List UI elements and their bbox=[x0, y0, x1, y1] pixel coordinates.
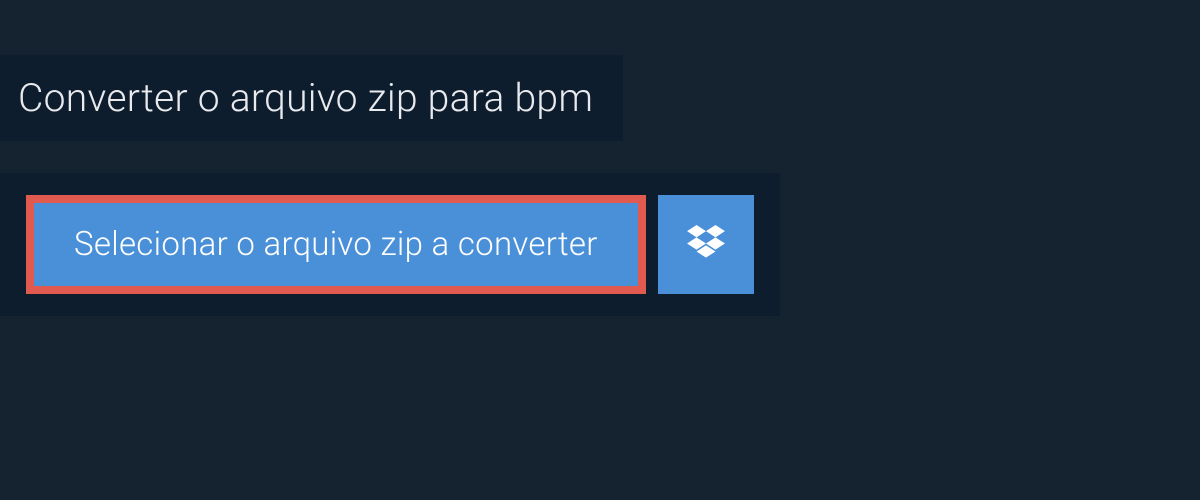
button-row: Selecionar o arquivo zip a converter bbox=[26, 195, 754, 294]
select-file-button[interactable]: Selecionar o arquivo zip a converter bbox=[26, 195, 646, 294]
page-header: Converter o arquivo zip para bpm bbox=[0, 55, 623, 141]
upload-panel: Selecionar o arquivo zip a converter bbox=[0, 173, 780, 316]
dropbox-icon bbox=[687, 225, 725, 265]
page-title: Converter o arquivo zip para bpm bbox=[18, 75, 593, 121]
dropbox-button[interactable] bbox=[658, 195, 754, 294]
select-file-label: Selecionar o arquivo zip a converter bbox=[74, 225, 598, 264]
